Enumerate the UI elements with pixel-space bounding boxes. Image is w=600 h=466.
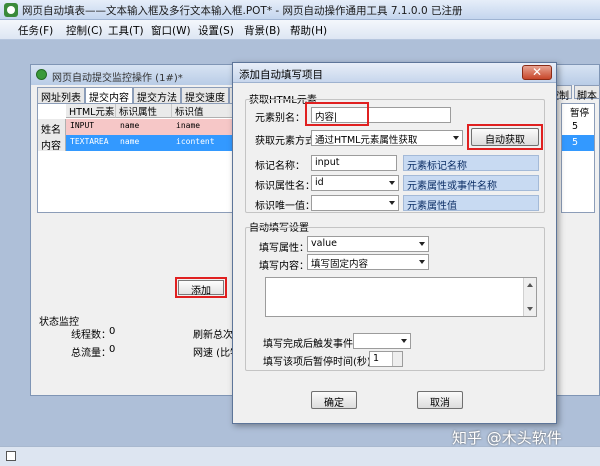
fill-attr-value: value [311,238,337,249]
add-autofill-dialog: 添加自动填写项目 ✕ 获取HTML元素 元素别名： 内容| 获取元素方式 通过H… [232,62,557,424]
status-bar [0,446,600,466]
ok-button[interactable]: 确定 [311,391,357,409]
attr-label: 标识属性名： [255,181,315,192]
cell-pause: 5 [572,137,579,148]
tab-submit-speed[interactable]: 提交速度 [181,87,229,104]
grid-right-columns: 暂停 5 5 [561,103,595,213]
chevron-down-icon [389,181,395,185]
monitor-icon [36,69,47,80]
cell-attr: name [120,121,140,130]
status-checkbox[interactable] [6,451,16,461]
highlight-alias [305,102,369,126]
pause-value: 1 [373,353,380,364]
method-select[interactable]: 通过HTML元素属性获取 [311,130,463,146]
event-label: 填写完成后触发事件 [263,339,353,350]
fill-attr-select[interactable]: value [307,236,429,252]
cell-attr: name [120,137,140,146]
attr-select[interactable]: id [311,175,399,191]
tab-submit-method[interactable]: 提交方法 [133,87,181,104]
window-title-bar: 网页自动填表——文本输入框及多行文本输入框.POT* - 网页自动操作通用工具 … [0,0,600,20]
chevron-down-icon [389,201,395,205]
menu-tools[interactable]: 工具(T) [108,23,144,38]
tag-hint: 元素标记名称 [403,155,539,172]
tag-input[interactable]: input [311,155,397,171]
table-row[interactable]: 姓名 INPUT name iname [38,119,238,136]
method-select-value: 通过HTML元素属性获取 [315,135,418,146]
scroll-up-icon[interactable] [527,283,533,287]
chevron-down-icon [453,136,459,140]
spinner-arrows-icon[interactable] [392,352,402,366]
grid-header-pause[interactable]: 暂停 [570,105,589,119]
chevron-down-icon [419,242,425,246]
close-icon[interactable]: ✕ [522,65,552,80]
unique-label: 标识唯一值： [255,201,315,212]
unique-hint: 元素属性值 [403,195,539,212]
highlight-add-button [175,277,227,298]
cancel-button[interactable]: 取消 [417,391,463,409]
menu-help[interactable]: 帮助(H) [290,23,327,38]
cell-pause: 5 [572,121,579,132]
tab-submit-content[interactable]: 提交内容 [85,87,133,104]
grid-header-value[interactable]: 标识值 [172,104,238,118]
dialog-title: 添加自动填写项目 [239,69,323,81]
menu-settings[interactable]: 设置(S) [198,23,234,38]
row-head: 姓名 [38,119,66,136]
watermark: 知乎 @木头软件 [452,429,562,447]
fill-attr-label: 填写属性： [259,243,309,254]
cell-value: iname [176,121,201,130]
method-label: 获取元素方式 [255,136,315,147]
attr-select-value: id [315,177,324,188]
fill-content-textarea[interactable] [265,277,537,317]
alias-label: 元素别名： [255,113,305,124]
menu-window[interactable]: 窗口(W) [151,23,191,38]
pause-label: 填写该项后暂停时间(秒) [263,357,371,368]
event-select[interactable] [353,333,411,349]
cell-tag: INPUT [70,121,95,130]
attr-hint: 元素属性或事件名称 [403,175,539,192]
fill-content-select[interactable]: 填写固定内容 [307,254,429,270]
traffic-value: 0 [109,344,116,355]
threads-value: 0 [109,326,116,337]
threads-label: 线程数： [71,330,111,341]
cell-tag: TEXTAREA [70,137,109,146]
grid-header-attr[interactable]: 标识属性 [116,104,172,118]
traffic-label: 总流量： [71,348,111,359]
unique-select[interactable] [311,195,399,211]
content-grid: HTML元素 标识属性 标识值 姓名 INPUT name iname 内容 T… [37,103,238,213]
tag-label: 标记名称： [255,161,305,172]
fill-content-value: 填写固定内容 [311,259,369,270]
pause-spinner[interactable]: 1 [369,351,403,367]
tab-url-list[interactable]: 网址列表 [37,87,85,104]
grid-header-element[interactable]: HTML元素 [66,104,116,118]
menu-bar: 任务(F) 控制(C) 工具(T) 窗口(W) 设置(S) 背景(B) 帮助(H… [0,20,600,40]
tab-script[interactable]: 脚本 [574,85,600,102]
window-title: 网页自动填表——文本输入框及多行文本输入框.POT* - 网页自动操作通用工具 … [22,5,463,17]
menu-control[interactable]: 控制(C) [66,23,103,38]
chevron-down-icon [419,260,425,264]
dialog-title-bar: 添加自动填写项目 ✕ [233,63,556,83]
scroll-down-icon[interactable] [527,307,533,311]
fill-content-label: 填写内容： [259,261,309,272]
textarea-scrollbar[interactable] [523,278,536,316]
row-head: 内容 [38,135,66,152]
table-row[interactable]: 内容 TEXTAREA name icontent [38,135,238,152]
menu-background[interactable]: 背景(B) [244,23,280,38]
menu-task[interactable]: 任务(F) [18,23,53,38]
cell-value: icontent [176,137,215,146]
chevron-down-icon [401,339,407,343]
app-icon [4,3,18,17]
highlight-auto-get [467,124,543,150]
child-title: 网页自动提交监控操作 (1#)* [52,73,183,84]
